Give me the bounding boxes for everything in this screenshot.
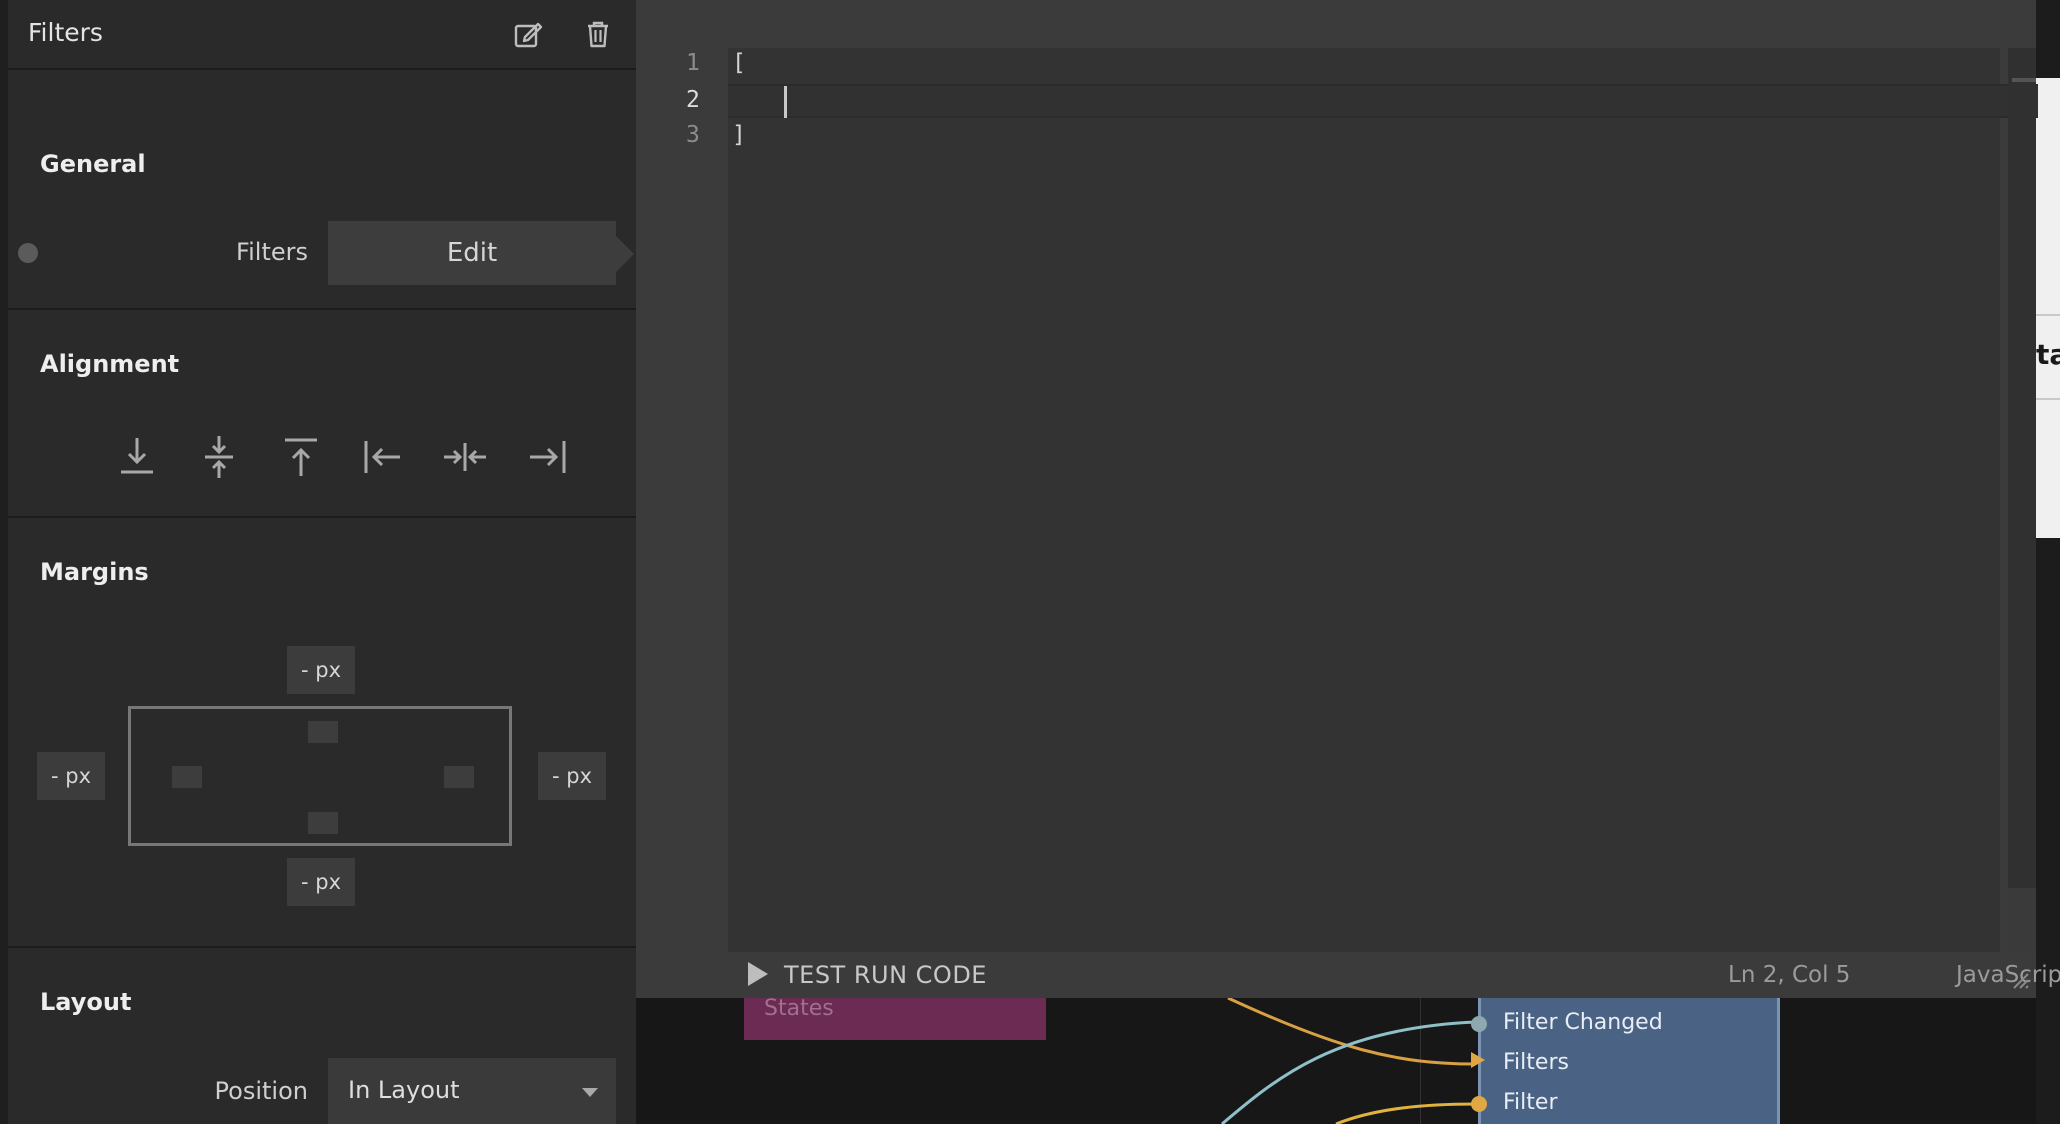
cursor-position-status: Ln 2, Col 5 bbox=[1728, 962, 1851, 988]
states-node-label: States bbox=[764, 996, 834, 1021]
right-preview-panel bbox=[2036, 78, 2060, 538]
margin-right-input[interactable]: - px bbox=[538, 752, 606, 800]
padding-right-input[interactable] bbox=[444, 766, 474, 788]
section-title-alignment: Alignment bbox=[40, 350, 180, 378]
port-filters[interactable]: Filters bbox=[1503, 1050, 1569, 1075]
position-select-value: In Layout bbox=[348, 1076, 460, 1104]
port-filter[interactable]: Filter bbox=[1503, 1090, 1557, 1115]
port-dot-filter-changed[interactable] bbox=[1471, 1016, 1487, 1032]
align-bottom-icon[interactable] bbox=[112, 432, 162, 482]
edit-icon[interactable] bbox=[512, 18, 544, 50]
align-horizontal-center-icon[interactable] bbox=[440, 432, 490, 482]
play-icon[interactable] bbox=[748, 962, 768, 986]
position-label: Position bbox=[214, 1077, 308, 1105]
section-title-general: General bbox=[40, 150, 146, 178]
port-filter-changed[interactable]: Filter Changed bbox=[1503, 1010, 1663, 1035]
chevron-down-icon bbox=[582, 1088, 598, 1097]
section-divider bbox=[8, 946, 636, 948]
margin-left-input[interactable]: - px bbox=[37, 752, 105, 800]
code-editor[interactable] bbox=[728, 48, 2000, 952]
align-top-icon[interactable] bbox=[276, 432, 326, 482]
position-select[interactable]: In Layout bbox=[328, 1058, 616, 1124]
scrollbar-thumb[interactable] bbox=[2008, 48, 2036, 888]
edit-filters-button[interactable]: Edit bbox=[328, 221, 616, 285]
panel-edge bbox=[0, 0, 8, 1124]
property-panel: Filters General Filters Edit Alignment M… bbox=[0, 0, 638, 1124]
margin-bottom-input[interactable]: - px bbox=[287, 858, 355, 906]
text-cursor bbox=[784, 86, 787, 118]
port-arrow-filters[interactable] bbox=[1471, 1052, 1485, 1068]
section-title-layout: Layout bbox=[40, 988, 132, 1016]
test-run-code-button[interactable]: TEST RUN CODE bbox=[784, 961, 987, 989]
scrollbar-marker bbox=[2012, 78, 2036, 82]
resize-grip-icon[interactable] bbox=[2010, 970, 2030, 990]
section-divider bbox=[8, 308, 636, 310]
code-line[interactable]: ] bbox=[732, 122, 746, 148]
section-title-margins: Margins bbox=[40, 558, 149, 586]
edit-popup-pointer bbox=[616, 236, 634, 272]
code-line[interactable] bbox=[732, 87, 787, 113]
margin-box bbox=[128, 706, 512, 846]
filters-label: Filters bbox=[236, 238, 308, 266]
code-line[interactable]: [ bbox=[732, 50, 746, 76]
language-status[interactable]: JavaScript bbox=[1956, 962, 2060, 988]
code-editor-popup: 1 2 3 [ ] TEST RUN CODE Ln 2, Col 5 Java… bbox=[636, 0, 2060, 998]
port-dot-filter[interactable] bbox=[1471, 1096, 1487, 1112]
current-line-highlight bbox=[728, 84, 2038, 118]
padding-bottom-input[interactable] bbox=[308, 812, 338, 834]
margin-top-input[interactable]: - px bbox=[287, 646, 355, 694]
align-vertical-center-icon[interactable] bbox=[194, 432, 244, 482]
panel-header: Filters bbox=[8, 0, 636, 70]
right-rule bbox=[2036, 314, 2060, 316]
trash-icon[interactable] bbox=[582, 18, 614, 50]
filter-node[interactable]: Filter Changed Filters Filter bbox=[1471, 996, 1780, 1124]
align-right-icon[interactable] bbox=[522, 432, 572, 482]
states-node[interactable]: States bbox=[744, 996, 1046, 1040]
panel-title: Filters bbox=[28, 18, 103, 47]
right-rule bbox=[2036, 398, 2060, 400]
right-clipped-text: ta bbox=[2036, 338, 2060, 371]
connection-dot[interactable] bbox=[18, 243, 38, 263]
padding-top-input[interactable] bbox=[308, 721, 338, 743]
padding-left-input[interactable] bbox=[172, 766, 202, 788]
editor-footer: TEST RUN CODE Ln 2, Col 5 JavaScript bbox=[728, 952, 2060, 998]
section-divider bbox=[8, 516, 636, 518]
align-left-icon[interactable] bbox=[358, 432, 408, 482]
